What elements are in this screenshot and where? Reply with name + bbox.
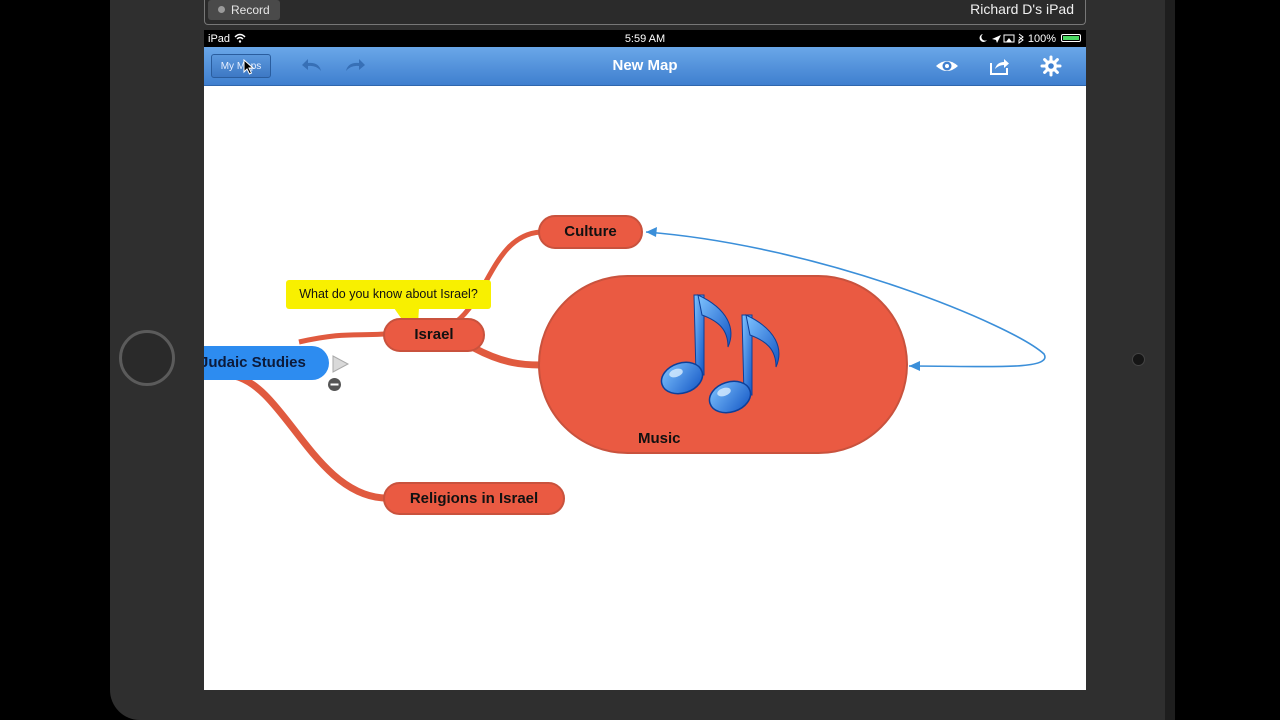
undo-icon[interactable] (299, 54, 325, 78)
branch-connector (472, 344, 541, 369)
callout-note[interactable]: What do you know about Israel? (286, 280, 491, 309)
battery-icon (1061, 34, 1081, 42)
topic-node-religions[interactable]: Religions in Israel (383, 482, 565, 515)
mouse-cursor-icon (243, 59, 255, 75)
eye-icon[interactable] (934, 54, 960, 78)
central-topic-node[interactable]: Judaic Studies (204, 346, 329, 380)
device-name: Richard D's iPad (970, 1, 1074, 17)
map-canvas[interactable]: Judaic Studies Israel Culture Religions … (204, 86, 1086, 690)
branch-connector (298, 331, 385, 345)
toolbar: New Map My Maps (204, 47, 1086, 86)
home-button[interactable] (119, 330, 175, 386)
gear-icon[interactable] (1038, 54, 1064, 78)
battery-percent: 100% (1027, 33, 1056, 45)
collapse-arrow-icon[interactable] (331, 354, 351, 374)
my-maps-button[interactable]: My Maps (211, 54, 271, 78)
record-dot-icon (218, 6, 225, 13)
music-node-label: Music (638, 430, 681, 447)
topic-node-music[interactable]: Music (538, 275, 908, 454)
topic-node-israel[interactable]: Israel (383, 318, 485, 352)
status-icons (979, 33, 1024, 44)
relationship-arrowhead (646, 227, 657, 237)
status-time: 5:59 AM (624, 33, 666, 45)
branch-connector (233, 372, 385, 502)
share-icon[interactable] (986, 54, 1012, 78)
ipad-side-edge (1165, 0, 1175, 720)
relationship-arrowhead (909, 361, 920, 371)
music-note-icon (660, 294, 780, 414)
topic-node-culture[interactable]: Culture (538, 215, 643, 249)
status-bar: iPad 5:59 AM 100% (204, 30, 1086, 47)
redo-icon[interactable] (342, 54, 368, 78)
ipad-screen: iPad 5:59 AM 100% New Map My Maps Judaic… (204, 30, 1086, 690)
recorder-bar (204, 0, 1086, 25)
front-camera (1132, 353, 1145, 366)
collapse-minus-icon[interactable] (327, 377, 342, 392)
